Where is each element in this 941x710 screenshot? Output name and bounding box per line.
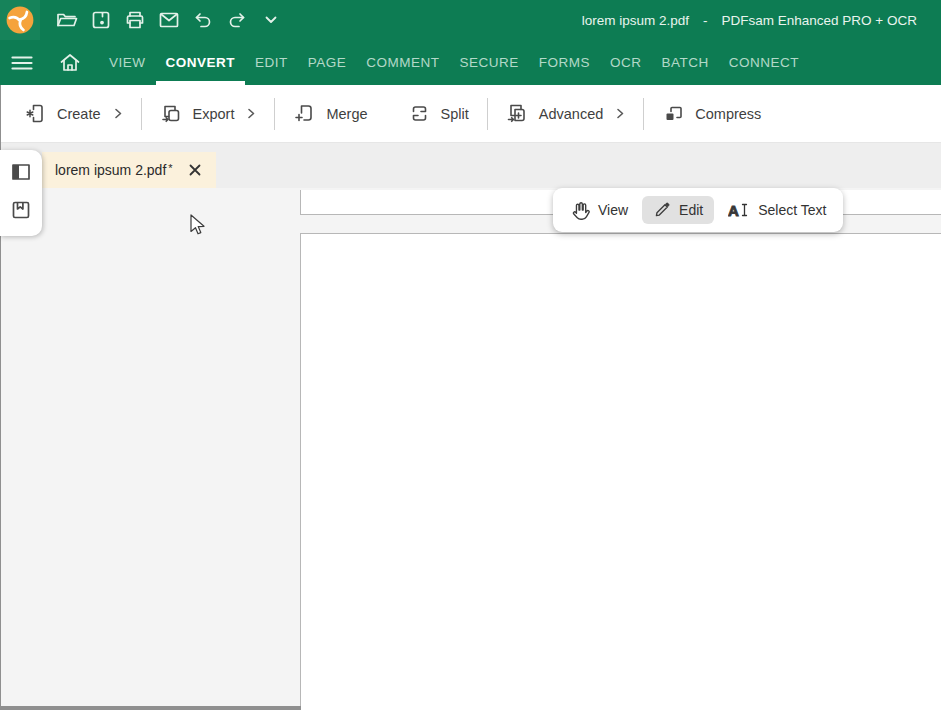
- create-document-icon: [24, 102, 47, 125]
- redo-button[interactable]: [220, 6, 254, 34]
- ribbon-separator: [487, 98, 488, 130]
- open-folder-icon: [55, 8, 79, 32]
- view-mode-button[interactable]: View: [569, 200, 628, 221]
- select-text-mode-button[interactable]: A Select Text: [728, 200, 826, 220]
- menu-tab-forms[interactable]: FORMS: [529, 40, 600, 85]
- tab-close-button[interactable]: [188, 163, 202, 177]
- edit-mode-button[interactable]: Edit: [642, 196, 714, 224]
- sidebar-tools-panel: [0, 150, 42, 236]
- export-icon: [160, 102, 183, 125]
- chevron-right-icon: [247, 107, 256, 120]
- advanced-submenu-chevron: [616, 107, 625, 120]
- save-icon: [89, 8, 113, 32]
- chevron-down-icon: [262, 11, 280, 29]
- window-bottom-border: [0, 706, 301, 710]
- advanced-button[interactable]: Advanced: [506, 102, 626, 125]
- mouse-cursor: [190, 214, 212, 238]
- window-title-document: lorem ipsum 2.pdf: [582, 13, 689, 28]
- main-menu-button[interactable]: [0, 40, 44, 85]
- app-logo[interactable]: [0, 0, 40, 40]
- undo-icon: [191, 8, 215, 32]
- document-tab[interactable]: lorem ipsum 2.pdf *: [42, 152, 216, 188]
- ribbon-separator: [643, 98, 644, 130]
- home-button[interactable]: [48, 40, 92, 85]
- print-button[interactable]: [118, 6, 152, 34]
- menu-tab-batch[interactable]: BATCH: [652, 40, 719, 85]
- export-submenu-chevron: [247, 107, 256, 120]
- menubar: VIEW CONVERT EDIT PAGE COMMENT SECURE FO…: [0, 40, 941, 85]
- document-page[interactable]: [300, 233, 941, 710]
- merge-button[interactable]: Merge: [293, 102, 367, 125]
- hand-icon: [569, 200, 590, 221]
- menu-tab-connect[interactable]: CONNECT: [719, 40, 809, 85]
- ribbon-toolbar: Create Export Merge: [0, 85, 941, 143]
- email-button[interactable]: [152, 6, 186, 34]
- menu-tab-edit[interactable]: EDIT: [245, 40, 298, 85]
- text-select-icon: A: [728, 200, 750, 220]
- window-title-app: PDFsam Enhanced PRO + OCR: [722, 13, 917, 28]
- menu-tab-ocr[interactable]: OCR: [600, 40, 652, 85]
- pdfsam-window: lorem ipsum 2.pdf - PDFsam Enhanced PRO …: [0, 0, 941, 710]
- tab-label: lorem ipsum 2.pdf: [55, 162, 166, 178]
- pdfsam-logo-icon: [5, 5, 35, 35]
- menu-tabs: VIEW CONVERT EDIT PAGE COMMENT SECURE FO…: [99, 40, 809, 85]
- home-icon: [58, 51, 82, 75]
- window-title-separator: -: [703, 13, 708, 28]
- svg-text:A: A: [728, 202, 739, 219]
- compress-button[interactable]: Compress: [662, 102, 761, 125]
- ribbon-separator: [141, 98, 142, 130]
- advanced-icon: [506, 102, 529, 125]
- split-button[interactable]: Split: [408, 102, 469, 125]
- chevron-right-icon: [114, 107, 123, 120]
- print-icon: [123, 8, 147, 32]
- save-button[interactable]: [84, 6, 118, 34]
- titlebar: lorem ipsum 2.pdf - PDFsam Enhanced PRO …: [0, 0, 941, 40]
- window-title: lorem ipsum 2.pdf - PDFsam Enhanced PRO …: [582, 0, 917, 40]
- split-icon: [408, 102, 431, 125]
- merge-icon: [293, 102, 316, 125]
- menu-tab-comment[interactable]: COMMENT: [356, 40, 449, 85]
- expand-toolbar-button[interactable]: [254, 6, 288, 34]
- menu-tab-secure[interactable]: SECURE: [450, 40, 529, 85]
- ribbon-separator: [274, 98, 275, 130]
- pencil-icon: [653, 201, 671, 219]
- close-icon: [188, 163, 202, 177]
- document-tabbar: lorem ipsum 2.pdf *: [0, 143, 941, 188]
- menu-tab-view[interactable]: VIEW: [99, 40, 156, 85]
- tab-modified-marker: *: [168, 162, 172, 174]
- menu-tab-page[interactable]: PAGE: [298, 40, 357, 85]
- viewer-mode-toolbar: View Edit A Select Text: [553, 188, 843, 232]
- open-file-button[interactable]: [50, 6, 84, 34]
- undo-button[interactable]: [186, 6, 220, 34]
- create-button[interactable]: Create: [24, 102, 123, 125]
- create-submenu-chevron: [114, 107, 123, 120]
- redo-icon: [225, 8, 249, 32]
- bookmarks-button[interactable]: [7, 196, 35, 224]
- bookmark-icon: [10, 199, 32, 221]
- side-panel-icon: [10, 161, 32, 183]
- menu-tab-convert[interactable]: CONVERT: [156, 40, 246, 85]
- compress-icon: [662, 102, 685, 125]
- export-button[interactable]: Export: [160, 102, 257, 125]
- hamburger-icon: [10, 51, 34, 75]
- viewer-area: View Edit A Select Text: [0, 188, 941, 710]
- toggle-panel-button[interactable]: [7, 158, 35, 186]
- email-icon: [157, 8, 181, 32]
- chevron-right-icon: [616, 107, 625, 120]
